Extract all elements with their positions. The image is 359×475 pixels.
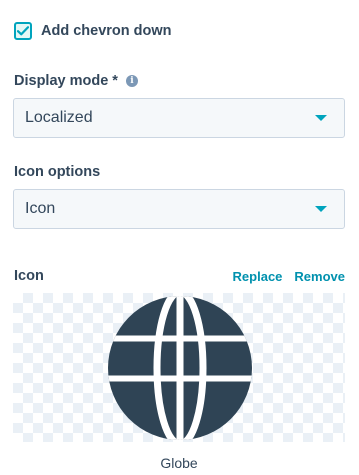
add-chevron-checkbox[interactable] [14,22,32,40]
icon-actions: Replace Remove [221,269,345,284]
icon-options-label-row: Icon options [14,164,100,180]
icon-preview [13,293,345,442]
add-chevron-label: Add chevron down [41,23,172,39]
icon-settings-panel: Add chevron down Display mode * i Locali… [0,0,359,475]
display-mode-label: Display mode * [14,73,118,89]
remove-icon-link[interactable]: Remove [294,269,345,284]
globe-icon [108,296,252,440]
display-mode-label-row: Display mode * i [14,73,138,89]
add-chevron-checkbox-row[interactable]: Add chevron down [14,22,172,40]
replace-icon-link[interactable]: Replace [233,269,283,284]
icon-options-label: Icon options [14,164,101,180]
icon-label: Icon [14,268,44,284]
info-icon[interactable]: i [125,75,138,87]
icon-field-header: Icon Replace Remove [14,268,345,284]
icon-options-select[interactable]: Icon [13,189,345,229]
icon-options-value: Icon [25,200,56,217]
icon-name-caption: Globe [160,455,198,471]
checkmark-icon [17,26,29,36]
caret-down-icon [315,206,327,212]
caret-down-icon [315,115,327,121]
display-mode-value: Localized [25,109,93,126]
display-mode-select[interactable]: Localized [13,98,345,138]
